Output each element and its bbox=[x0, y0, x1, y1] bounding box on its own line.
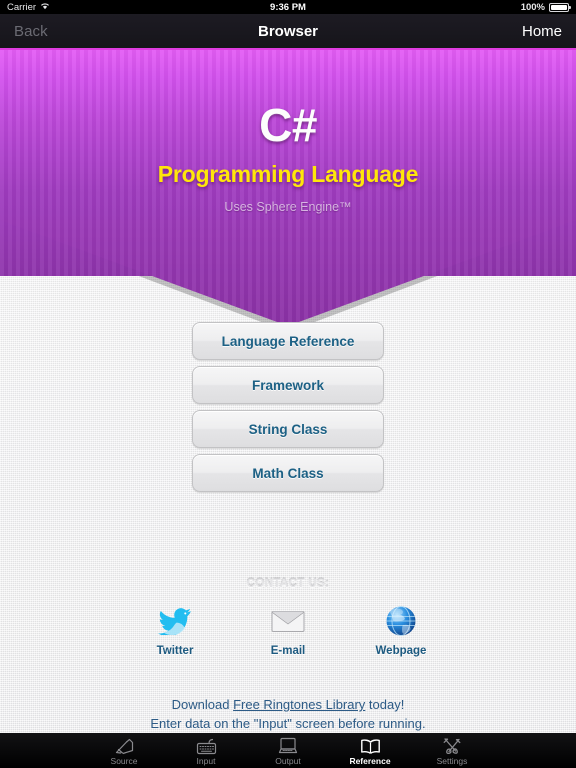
tab-input[interactable]: Input bbox=[165, 733, 247, 768]
globe-icon bbox=[385, 604, 417, 638]
nav-bar: Back Browser Home bbox=[0, 14, 576, 50]
content-area: C# Programming Language Uses Sphere Engi… bbox=[0, 50, 576, 733]
ringtones-library-link[interactable]: Free Ringtones Library bbox=[233, 697, 365, 712]
menu-button-math-class[interactable]: Math Class bbox=[192, 454, 384, 492]
tab-settings-label: Settings bbox=[436, 755, 468, 766]
contact-section: CONTACT US: Twitter E-mail Webpage bbox=[0, 578, 576, 657]
menu-button-language-reference[interactable]: Language Reference bbox=[192, 322, 384, 360]
open-book-icon bbox=[360, 736, 381, 755]
contact-twitter-label: Twitter bbox=[156, 645, 194, 657]
contact-twitter[interactable]: Twitter bbox=[142, 604, 208, 657]
keyboard-icon bbox=[196, 736, 217, 755]
contact-webpage-label: Webpage bbox=[375, 645, 427, 657]
contact-webpage[interactable]: Webpage bbox=[368, 604, 434, 657]
app-screen: Carrier 9:36 PM 100% Back Browser Home C… bbox=[0, 0, 576, 768]
carrier-label: Carrier bbox=[7, 1, 37, 13]
tools-icon bbox=[442, 736, 462, 755]
status-bar-left: Carrier bbox=[7, 2, 50, 13]
tab-input-label: Input bbox=[196, 755, 216, 766]
wifi-icon bbox=[40, 2, 50, 12]
status-bar: Carrier 9:36 PM 100% bbox=[0, 0, 576, 14]
contact-email[interactable]: E-mail bbox=[255, 604, 321, 657]
tab-reference-label: Reference bbox=[349, 755, 391, 766]
monitor-icon bbox=[278, 736, 298, 755]
home-button[interactable]: Home bbox=[522, 23, 562, 40]
twitter-bird-icon bbox=[158, 604, 192, 638]
pen-tablet-icon bbox=[115, 736, 134, 755]
tab-reference[interactable]: Reference bbox=[329, 733, 411, 768]
tab-output[interactable]: Output bbox=[247, 733, 329, 768]
contact-heading: CONTACT US: bbox=[246, 578, 330, 590]
battery-percent-label: 100% bbox=[520, 1, 545, 13]
menu-button-framework[interactable]: Framework bbox=[192, 366, 384, 404]
menu-button-list: Language Reference Framework String Clas… bbox=[192, 322, 384, 492]
footer-notes: Download Free Ringtones Library today! E… bbox=[0, 695, 576, 733]
contact-email-label: E-mail bbox=[270, 645, 306, 657]
input-hint-note: Enter data on the "Input" screen before … bbox=[150, 716, 426, 731]
status-bar-time: 9:36 PM bbox=[270, 1, 306, 13]
tab-source[interactable]: Source bbox=[83, 733, 165, 768]
download-note-prefix: Download bbox=[171, 697, 234, 712]
envelope-icon bbox=[271, 604, 305, 638]
contact-links: Twitter E-mail Webpage bbox=[142, 604, 434, 657]
battery-full-icon bbox=[549, 2, 571, 12]
download-note-suffix: today! bbox=[365, 697, 405, 712]
download-note: Download Free Ringtones Library today! bbox=[0, 695, 576, 714]
back-button[interactable]: Back bbox=[14, 23, 48, 40]
status-bar-right: 100% bbox=[520, 1, 571, 13]
tab-settings[interactable]: Settings bbox=[411, 733, 493, 768]
menu-button-string-class[interactable]: String Class bbox=[192, 410, 384, 448]
page-title: Browser bbox=[257, 22, 319, 40]
tab-output-label: Output bbox=[275, 755, 301, 766]
tab-bar: Source Input Output Reference Settings bbox=[0, 733, 576, 768]
tab-source-label: Source bbox=[110, 755, 138, 766]
